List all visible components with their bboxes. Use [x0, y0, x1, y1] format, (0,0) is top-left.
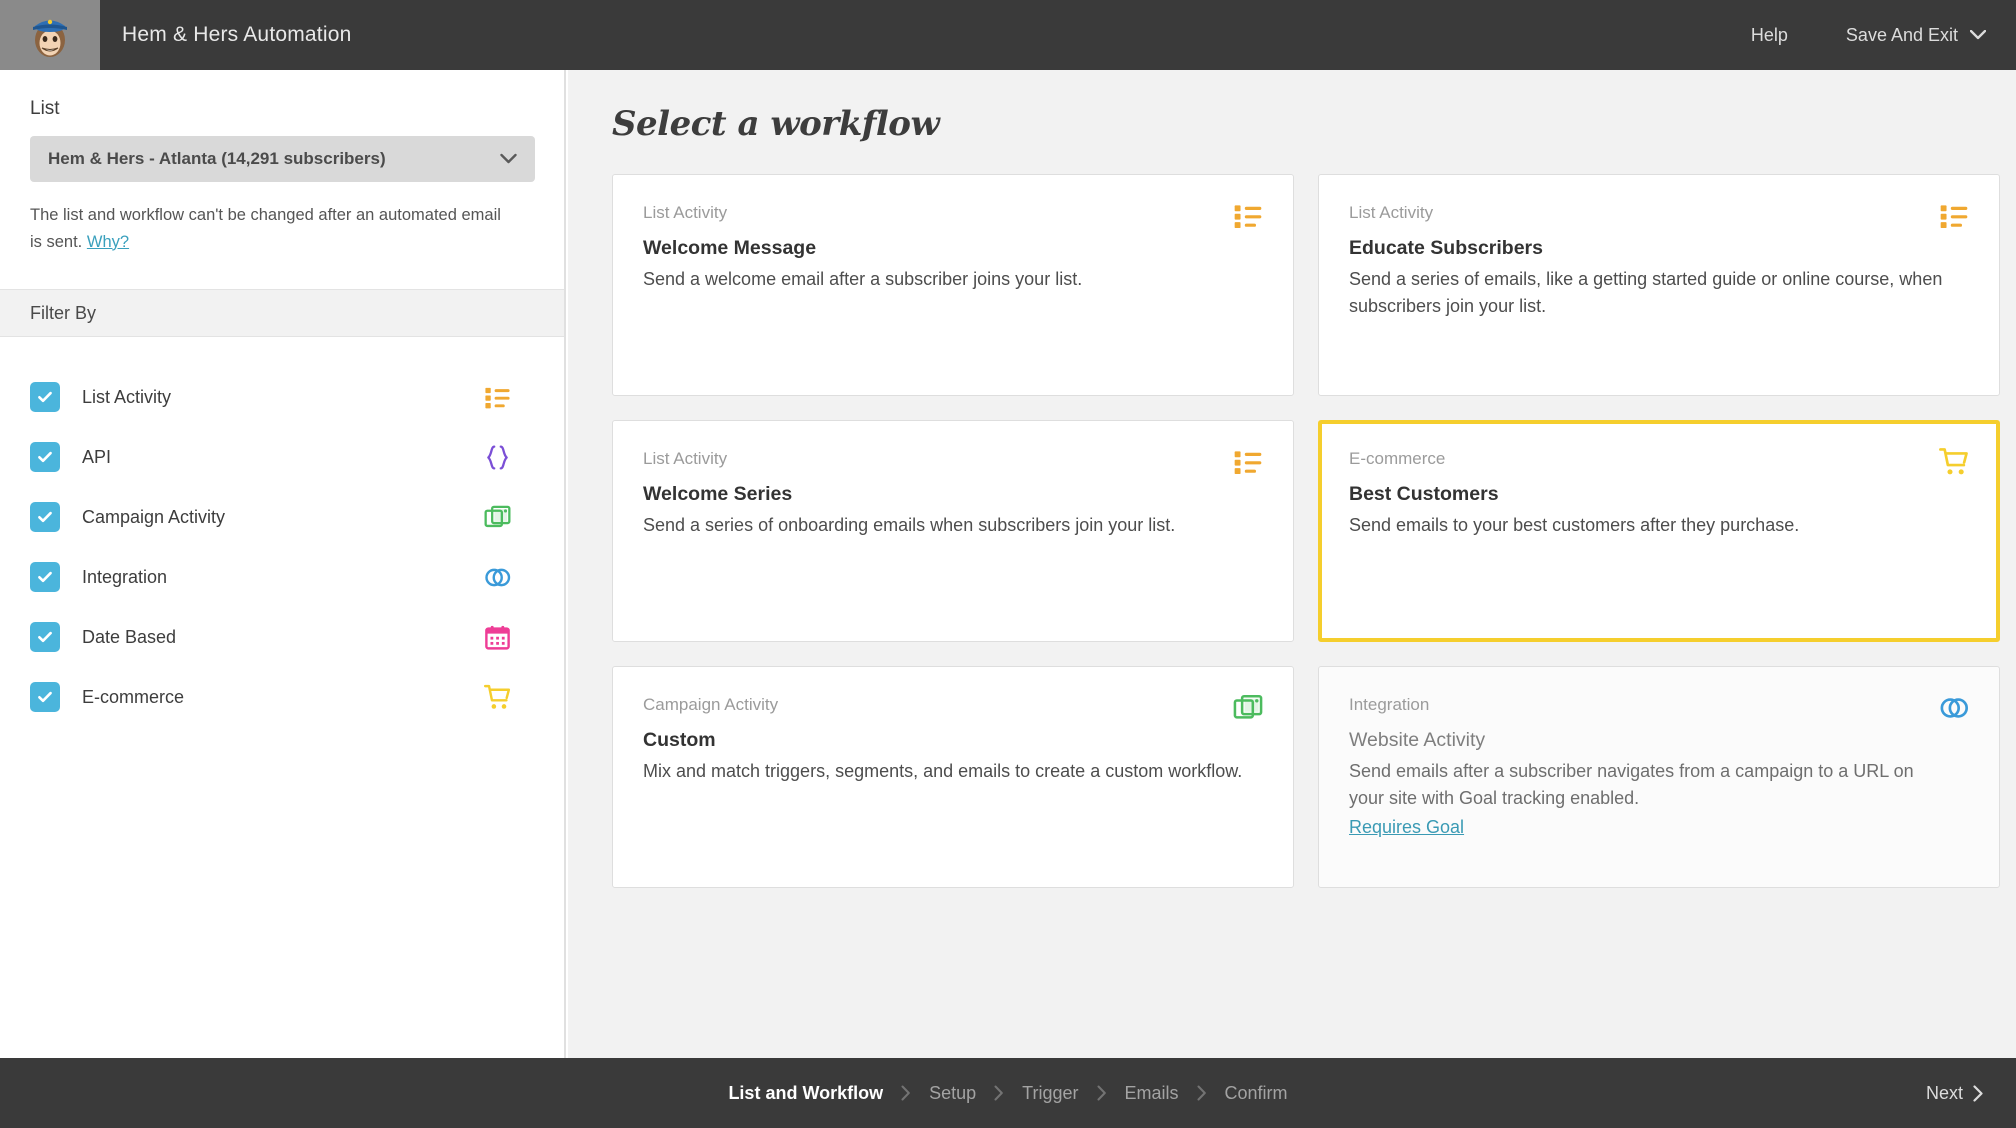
step-emails[interactable]: Emails: [1125, 1083, 1179, 1104]
filter-row-e-commerce[interactable]: E-commerce: [30, 667, 534, 727]
filter-row-date-based[interactable]: Date Based: [30, 607, 534, 667]
workflow-card-category: List Activity: [643, 203, 728, 222]
workflow-card-educate-subscribers[interactable]: List Activity Educate Subscribers Send a s…: [1318, 174, 2000, 396]
requires-goal-link[interactable]: Requires Goal: [1349, 817, 1464, 838]
list-activity-icon: [1231, 199, 1265, 233]
check-icon: [38, 692, 52, 703]
workflow-card-custom[interactable]: Campaign Activity Custom Mix and match tri…: [612, 666, 1294, 888]
chevron-right-icon: [1097, 1085, 1107, 1101]
filter-label: Campaign Activity: [82, 506, 226, 527]
api-braces-icon: [482, 442, 512, 472]
list-activity-icon: [1937, 199, 1971, 233]
list-select[interactable]: Hem & Hers - Atlanta (14,291 subscribers…: [30, 136, 535, 182]
workflow-card-description: Send a series of onboarding emails when …: [643, 515, 1176, 535]
workflow-card-best-customers[interactable]: E-commerce Best Customers Send emails to y…: [1318, 420, 2000, 642]
page-title: Select a workflow: [612, 104, 940, 144]
chevron-right-icon: [1197, 1085, 1207, 1101]
filter-by-label: Filter By: [30, 302, 97, 323]
mailchimp-freddie-icon: [33, 19, 67, 57]
step-setup[interactable]: Setup: [929, 1083, 976, 1104]
filter-by-header: Filter By: [0, 289, 564, 338]
filter-checkbox[interactable]: [30, 442, 60, 473]
app-title: Hem & Hers Automation: [122, 23, 352, 46]
next-button[interactable]: Next: [1926, 1083, 1984, 1104]
step-confirm[interactable]: Confirm: [1225, 1083, 1288, 1104]
workflow-card-title: Best Customers: [1349, 483, 1499, 505]
workflow-card-title: Custom: [643, 729, 716, 751]
filter-checkbox[interactable]: [30, 502, 60, 533]
workflow-card-description: Send a series of emails, like a getting …: [1349, 269, 1943, 317]
campaign-activity-icon: [1231, 691, 1265, 725]
save-and-exit-label: Save And Exit: [1845, 24, 1958, 45]
workflow-card-title: Welcome Message: [643, 237, 817, 259]
filter-checkbox[interactable]: [30, 382, 60, 413]
step-list-and-workflow[interactable]: List and Workflow: [728, 1083, 883, 1104]
check-icon: [38, 512, 52, 523]
campaign-activity-icon: [482, 502, 512, 532]
workflow-card-welcome-series[interactable]: List Activity Welcome Series Send a series…: [612, 420, 1294, 642]
list-helper-text: The list and workflow can't be changed a…: [30, 202, 510, 255]
filter-checkbox[interactable]: [30, 622, 60, 653]
workflow-card-description: Send emails after a subscriber navigates…: [1349, 761, 1914, 809]
step-breadcrumb: List and Workflow Setup Trigger Emails Confi…: [728, 1083, 1287, 1104]
list-activity-icon: [1231, 445, 1265, 479]
workflow-card-category: List Activity: [1349, 203, 1434, 222]
save-and-exit-button[interactable]: Save And Exit: [1846, 25, 1986, 46]
filter-checkbox[interactable]: [30, 682, 60, 713]
check-icon: [38, 572, 52, 583]
shopping-cart-icon: [482, 682, 512, 712]
footer-bar: List and Workflow Setup Trigger Emails Confi…: [0, 1058, 2016, 1128]
filter-label: API: [82, 446, 112, 467]
chevron-down-icon: [1970, 30, 1986, 40]
integration-rings-icon: [482, 562, 512, 592]
header-actions: Help Save And Exit: [1693, 25, 2016, 46]
shopping-cart-icon: [1937, 445, 1971, 479]
workflow-card-grid: List Activity Welcome Message Send a welco…: [612, 174, 2000, 888]
help-label: Help: [1750, 24, 1788, 45]
workflow-card-category: List Activity: [643, 449, 728, 468]
list-activity-icon: [482, 382, 512, 412]
workflow-card-category: E-commerce: [1349, 449, 1446, 468]
workflow-card-category: Integration: [1349, 695, 1430, 714]
filter-label: Integration: [82, 566, 168, 587]
check-icon: [38, 632, 52, 643]
workflow-card-website-activity[interactable]: Integration Website Activity Send emails a…: [1318, 666, 2000, 888]
list-select-value: Hem & Hers - Atlanta (14,291 subscribers…: [48, 149, 386, 168]
check-icon: [38, 392, 52, 403]
filter-row-integration[interactable]: Integration: [30, 547, 534, 607]
list-label: List: [30, 98, 60, 119]
calendar-icon: [482, 622, 512, 652]
why-link[interactable]: Why?: [87, 233, 129, 251]
filter-label: List Activity: [82, 386, 172, 407]
workflow-card-category: Campaign Activity: [643, 695, 779, 714]
workflow-card-welcome-message[interactable]: List Activity Welcome Message Send a welco…: [612, 174, 1294, 396]
workflow-card-title: Website Activity: [1349, 729, 1486, 751]
chevron-right-icon: [1973, 1084, 1984, 1102]
workflow-card-description: Mix and match triggers, segments, and em…: [643, 761, 1243, 781]
filter-label: Date Based: [82, 626, 177, 647]
check-icon: [38, 452, 52, 463]
mailchimp-logo[interactable]: [0, 0, 100, 70]
chevron-right-icon: [901, 1085, 911, 1101]
top-header-bar: Hem & Hers Automation Help Save And Exit: [0, 0, 2016, 70]
workflow-card-title: Welcome Series: [643, 483, 793, 505]
next-label: Next: [1925, 1082, 1963, 1103]
main-content: Select a workflow List Activity Welcome M…: [568, 70, 2016, 1058]
sidebar: List Hem & Hers - Atlanta (14,291 subscr…: [0, 70, 566, 1058]
chevron-right-icon: [994, 1085, 1004, 1101]
filter-list: List Activity API Campaign Activity Integra…: [0, 337, 564, 727]
filter-row-list-activity[interactable]: List Activity: [30, 367, 534, 427]
help-link[interactable]: Help: [1751, 25, 1788, 46]
filter-row-campaign-activity[interactable]: Campaign Activity: [30, 487, 534, 547]
workflow-card-title: Educate Subscribers: [1349, 237, 1543, 259]
filter-row-api[interactable]: API: [30, 427, 534, 487]
workflow-card-description: Send a welcome email after a subscriber …: [643, 269, 1083, 289]
integration-rings-icon: [1937, 691, 1971, 725]
chevron-down-icon: [500, 153, 517, 165]
filter-label: E-commerce: [82, 686, 185, 707]
filter-checkbox[interactable]: [30, 562, 60, 593]
workflow-card-description: Send emails to your best customers after…: [1349, 515, 1800, 535]
step-trigger[interactable]: Trigger: [1022, 1083, 1078, 1104]
